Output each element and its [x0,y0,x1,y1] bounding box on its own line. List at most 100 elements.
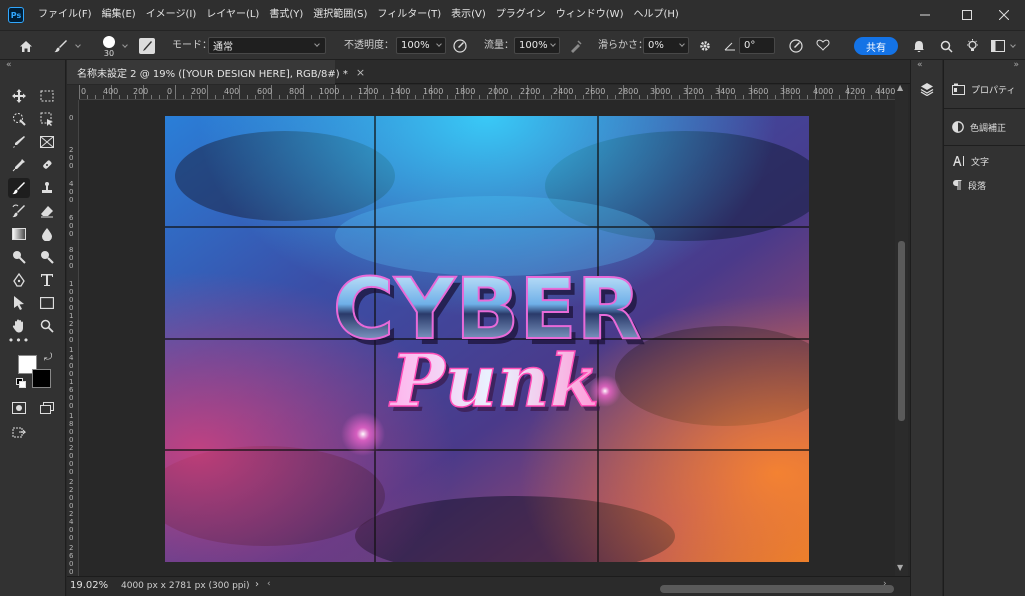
maximize-icon [962,10,972,20]
type-tool[interactable] [36,270,58,290]
menu-type[interactable]: 書式(Y) [264,0,308,30]
quick-mask-button[interactable] [8,398,30,418]
burn-tool[interactable] [36,247,58,267]
swap-colors-icon[interactable]: ⤾ [44,352,52,363]
eyedropper-tool[interactable] [8,155,30,175]
minimize-button[interactable] [905,0,945,30]
move-tool[interactable] [8,86,30,106]
angle-input[interactable]: 0° [739,37,775,54]
share-button[interactable]: 共有 [854,37,898,55]
layers-panel-button[interactable] [917,80,937,98]
menu-help[interactable]: ヘルプ(H) [628,0,683,30]
object-selection-tool[interactable] [8,109,30,129]
menu-edit[interactable]: 編集(E) [97,0,141,30]
workspace-switcher[interactable] [990,38,1006,54]
airbrush-toggle[interactable] [568,38,584,54]
artboard-export-button[interactable] [8,422,30,442]
adjustments-panel-button[interactable]: 色調補正 [952,117,1006,137]
eraser-icon [41,206,53,218]
menu-select[interactable]: 選択範囲(S) [308,0,372,30]
frame-tool[interactable] [36,132,58,152]
eyedropper-icon [12,159,25,172]
close-tab-icon[interactable]: × [356,66,365,79]
ruler-label: 1800 [69,412,74,444]
horizontal-ruler[interactable]: 0 400 200 0 200 400 600 800 1000 1200 14… [79,85,895,100]
home-button[interactable] [17,38,35,54]
document-tab[interactable]: 名称未設定 2 @ 19% ([YOUR DESIGN HERE], RGB/8… [67,60,365,84]
scroll-down-icon[interactable]: ▼ [897,563,903,572]
horizontal-scroll-thumb[interactable] [660,585,894,593]
ruler-label: 2400 [553,87,574,96]
menu-file[interactable]: ファイル(F) [33,0,97,30]
background-color-swatch[interactable] [32,369,51,388]
flow-input[interactable]: 100% [514,37,560,54]
vertical-scrollbar[interactable]: ▲ ▼ [895,83,908,576]
close-window-button[interactable] [984,0,1024,30]
expand-panels-icon[interactable]: « [917,60,923,70]
size-pressure-toggle[interactable] [788,38,804,54]
ruler-label: 4000 [813,87,834,96]
crop-select-tool[interactable] [36,109,58,129]
magic-selection-icon [13,113,26,126]
rectangle-tool[interactable] [36,293,58,313]
properties-panel-button[interactable]: プロパティ [952,79,1015,99]
paragraph-panel-button[interactable]: 段落 [952,175,986,195]
collapse-toolbar-icon[interactable]: « [6,60,12,70]
status-menu-arrow[interactable]: › [255,579,259,590]
menu-layer[interactable]: レイヤー(L) [201,0,264,30]
eyedropper-crop-tool[interactable] [8,132,30,152]
vertical-ruler[interactable]: 0 200 400 600 800 1000 1200 1400 1600 18… [67,100,79,576]
menu-filter[interactable]: フィルター(T) [372,0,446,30]
gradient-tool[interactable] [8,224,30,244]
close-icon [999,10,1009,20]
eraser-tool[interactable] [36,201,58,221]
vertical-scroll-thumb[interactable] [898,241,905,421]
zoom-level[interactable]: 19.02% [70,580,108,591]
opacity-input[interactable]: 100% [396,37,446,54]
ruler-origin[interactable] [67,85,79,100]
more-tools-button[interactable]: ••• [8,330,30,350]
notifications-button[interactable] [911,38,927,54]
menu-window[interactable]: ウィンドウ(W) [551,0,629,30]
marquee-icon [40,90,54,102]
tool-preset-picker[interactable] [52,38,70,54]
dodge-tool[interactable] [8,247,30,267]
brush-tool[interactable] [8,178,30,198]
collapse-panels-icon[interactable]: » [1013,60,1019,70]
horizontal-scrollbar[interactable]: ‹ › [265,579,895,593]
smoothing-input[interactable]: 0% [643,37,689,54]
document-title: 名称未設定 2 @ 19% ([YOUR DESIGN HERE], RGB/8… [77,68,348,80]
mode-select[interactable]: 通常 [208,37,326,54]
brush-size-picker[interactable]: 30 [100,35,118,59]
clone-stamp-tool[interactable] [36,178,58,198]
history-brush-tool[interactable] [8,201,30,221]
opacity-pressure-toggle[interactable] [452,38,468,54]
healing-brush-tool[interactable] [36,155,58,175]
menu-image[interactable]: イメージ(I) [141,0,202,30]
path-selection-tool[interactable] [8,293,30,313]
menu-plugins[interactable]: プラグイン [491,0,551,30]
ruler-label: 4400 [875,87,895,96]
screen-mode-button[interactable] [36,398,58,418]
maximize-button[interactable] [947,0,987,30]
discover-button[interactable] [964,38,980,54]
photoshop-logo-icon: Ps [8,7,24,23]
scroll-left-icon[interactable]: ‹ [267,579,271,589]
character-panel-button[interactable]: 文字 [952,151,989,171]
search-button[interactable] [938,38,954,54]
default-colors-button[interactable] [16,378,26,391]
adjustments-label: 色調補正 [970,123,1007,134]
zoom-tool[interactable] [36,316,58,336]
marquee-tool[interactable] [36,86,58,106]
document-canvas[interactable]: CYBER CYBER Punk Punk [165,116,809,562]
menu-view[interactable]: 表示(V) [446,0,491,30]
brush-settings-panel-button[interactable] [139,38,155,54]
symmetry-button[interactable] [815,38,831,54]
ruler-label: 1400 [69,346,74,378]
pen-tool[interactable] [8,270,30,290]
smoothing-options-button[interactable] [697,38,713,54]
ruler-label: 1200 [69,312,74,344]
blur-tool[interactable] [36,224,58,244]
scroll-right-icon[interactable]: › [883,579,887,589]
scroll-up-icon[interactable]: ▲ [897,83,903,92]
